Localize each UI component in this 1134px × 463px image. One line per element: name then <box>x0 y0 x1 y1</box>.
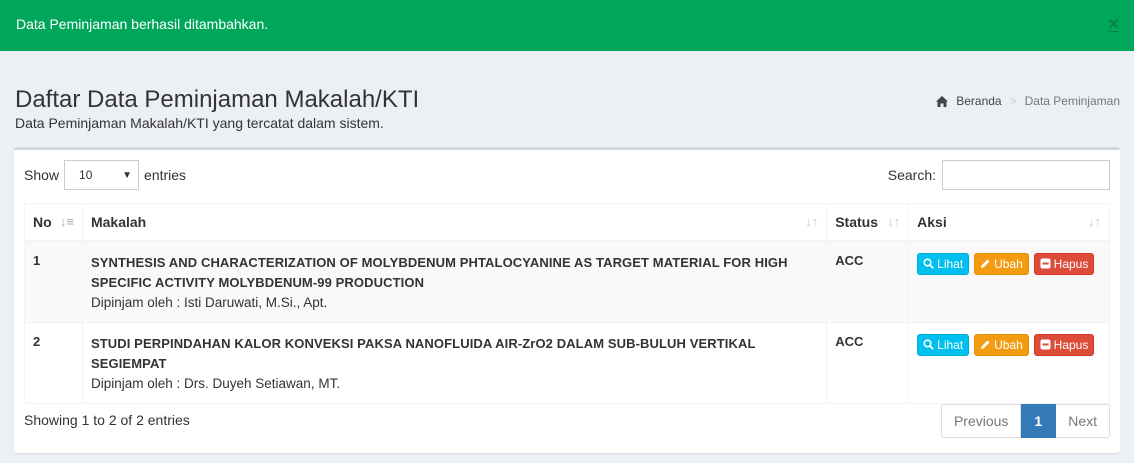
sort-icon: ↓↑ <box>1088 214 1101 229</box>
previous-page-button[interactable]: Previous <box>940 404 1022 438</box>
column-header-status[interactable]: Status ↓↑ <box>826 203 910 242</box>
paper-cell: SYNTHESIS AND CHARACTERIZATION OF MOLYBD… <box>81 240 828 323</box>
status-text: ACC <box>826 240 910 323</box>
search-icon <box>923 258 934 269</box>
pencil-icon <box>981 340 990 349</box>
search-control: Search: <box>888 160 1110 190</box>
success-alert: Data Peminjaman berhasil ditambahkan. × <box>0 0 1134 51</box>
paper-cell: STUDI PERPINDAHAN KALOR KONVEKSI PAKSA N… <box>81 321 828 404</box>
minus-circle-icon <box>1040 339 1051 350</box>
length-control: Show 10 ▼ entries <box>24 160 186 190</box>
sort-icon: ↓↑ <box>887 214 901 229</box>
loans-table: No ↓≡ Makalah ↓↑ Status ↓↑ Aksi ↓↑ 1 SYN… <box>24 203 1110 404</box>
edit-button[interactable]: Ubah <box>974 252 1029 275</box>
search-input[interactable] <box>942 160 1110 190</box>
view-button[interactable]: Lihat <box>917 333 970 356</box>
data-table-box: Show 10 ▼ entries Search: No ↓≡ Makalah <box>14 147 1120 453</box>
alert-message: Data Peminjaman berhasil ditambahkan. <box>16 16 269 32</box>
table-header-row: No ↓≡ Makalah ↓↑ Status ↓↑ Aksi ↓↑ <box>24 203 1110 242</box>
edit-button[interactable]: Ubah <box>974 333 1029 356</box>
delete-button[interactable]: Hapus <box>1033 252 1095 275</box>
column-header-makalah[interactable]: Makalah ↓↑ <box>81 203 828 242</box>
column-header-aksi: Aksi ↓↑ <box>908 203 1110 242</box>
table-row: 2 STUDI PERPINDAHAN KALOR KONVEKSI PAKSA… <box>24 321 1110 404</box>
search-label: Search: <box>887 167 936 183</box>
show-label: Show <box>24 167 60 183</box>
breadcrumb: Beranda > Data Peminjaman <box>936 94 1120 108</box>
content-header: Daftar Data Peminjaman Makalah/KTI Data … <box>15 86 1120 131</box>
actions-cell: Lihat Ubah Hapus <box>908 321 1110 404</box>
entries-select-value: 10 <box>79 168 93 182</box>
sort-icon: ↓↑ <box>805 214 819 229</box>
caret-down-icon: ▼ <box>122 170 133 181</box>
borrower-text: Dipinjam oleh : Isti Daruwati, M.Si., Ap… <box>90 294 328 310</box>
paper-title: SYNTHESIS AND CHARACTERIZATION OF MOLYBD… <box>90 254 788 290</box>
view-button[interactable]: Lihat <box>917 252 970 275</box>
entries-select[interactable]: 10 ▼ <box>64 160 140 190</box>
search-icon <box>923 339 934 350</box>
status-text: ACC <box>826 321 910 404</box>
paper-title: STUDI PERPINDAHAN KALOR KONVEKSI PAKSA N… <box>90 335 756 371</box>
row-number: 2 <box>24 321 83 404</box>
close-alert-button[interactable]: × <box>1108 15 1119 33</box>
row-number: 1 <box>24 240 83 323</box>
breadcrumb-current: Data Peminjaman <box>1024 94 1120 108</box>
delete-button[interactable]: Hapus <box>1033 333 1095 356</box>
entries-label: entries <box>144 167 187 183</box>
sort-asc-icon: ↓≡ <box>59 214 74 229</box>
page-subtitle: Data Peminjaman Makalah/KTI yang tercata… <box>15 115 384 131</box>
next-page-button[interactable]: Next <box>1056 404 1110 438</box>
borrower-text: Dipinjam oleh : Drs. Duyeh Setiawan, MT. <box>90 375 341 391</box>
breadcrumb-separator: > <box>1009 94 1017 108</box>
page-1-button[interactable]: 1 <box>1021 404 1057 438</box>
minus-circle-icon <box>1040 258 1051 269</box>
column-header-no[interactable]: No ↓≡ <box>24 203 83 242</box>
table-info: Showing 1 to 2 of 2 entries <box>24 412 190 428</box>
pagination: Previous 1 Next <box>940 404 1110 438</box>
home-icon <box>936 95 949 107</box>
pencil-icon <box>981 259 990 268</box>
table-row: 1 SYNTHESIS AND CHARACTERIZATION OF MOLY… <box>24 240 1110 323</box>
breadcrumb-home-link[interactable]: Beranda <box>956 94 1001 108</box>
actions-cell: Lihat Ubah Hapus <box>908 240 1110 323</box>
